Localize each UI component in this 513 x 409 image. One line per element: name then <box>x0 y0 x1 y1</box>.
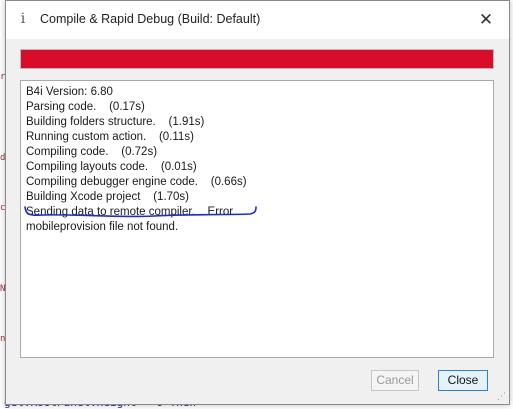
log-line: Compiling layouts code. (0.01s) <box>26 161 197 173</box>
log-line: mobileprovision file not found. <box>26 221 179 233</box>
log-line: Compiling code. (0.72s) <box>26 146 158 158</box>
progress-bar <box>20 49 494 69</box>
progress-fill <box>21 50 493 68</box>
title-bar[interactable]: i Compile & Rapid Debug (Build: Default)… <box>6 1 509 39</box>
log-line: Sending data to remote compiler. Error <box>26 206 234 218</box>
dialog-title: Compile & Rapid Debug (Build: Default) <box>40 12 261 26</box>
log-line: B4i Version: 6.80 <box>26 86 113 98</box>
compile-log[interactable]: B4i Version: 6.80 Parsing code. (0.17s) Bu… <box>20 80 494 358</box>
log-line: Parsing code. (0.17s) <box>26 101 145 113</box>
info-icon: i <box>20 11 26 27</box>
log-line: Building Xcode project (1.70s) <box>26 191 190 203</box>
compile-dialog: i Compile & Rapid Debug (Build: Default)… <box>5 0 510 405</box>
resize-grip-icon[interactable]: ⋰ <box>497 392 507 402</box>
log-line: Compiling debugger engine code. (0.66s) <box>26 176 247 188</box>
close-icon[interactable]: ✕ <box>475 9 497 31</box>
log-line: Running custom action. (0.11s) <box>26 131 194 143</box>
cancel-button[interactable]: Cancel <box>371 370 419 391</box>
close-button[interactable]: Close <box>438 370 488 391</box>
log-line: Building folders structure. (1.91s) <box>26 116 205 128</box>
